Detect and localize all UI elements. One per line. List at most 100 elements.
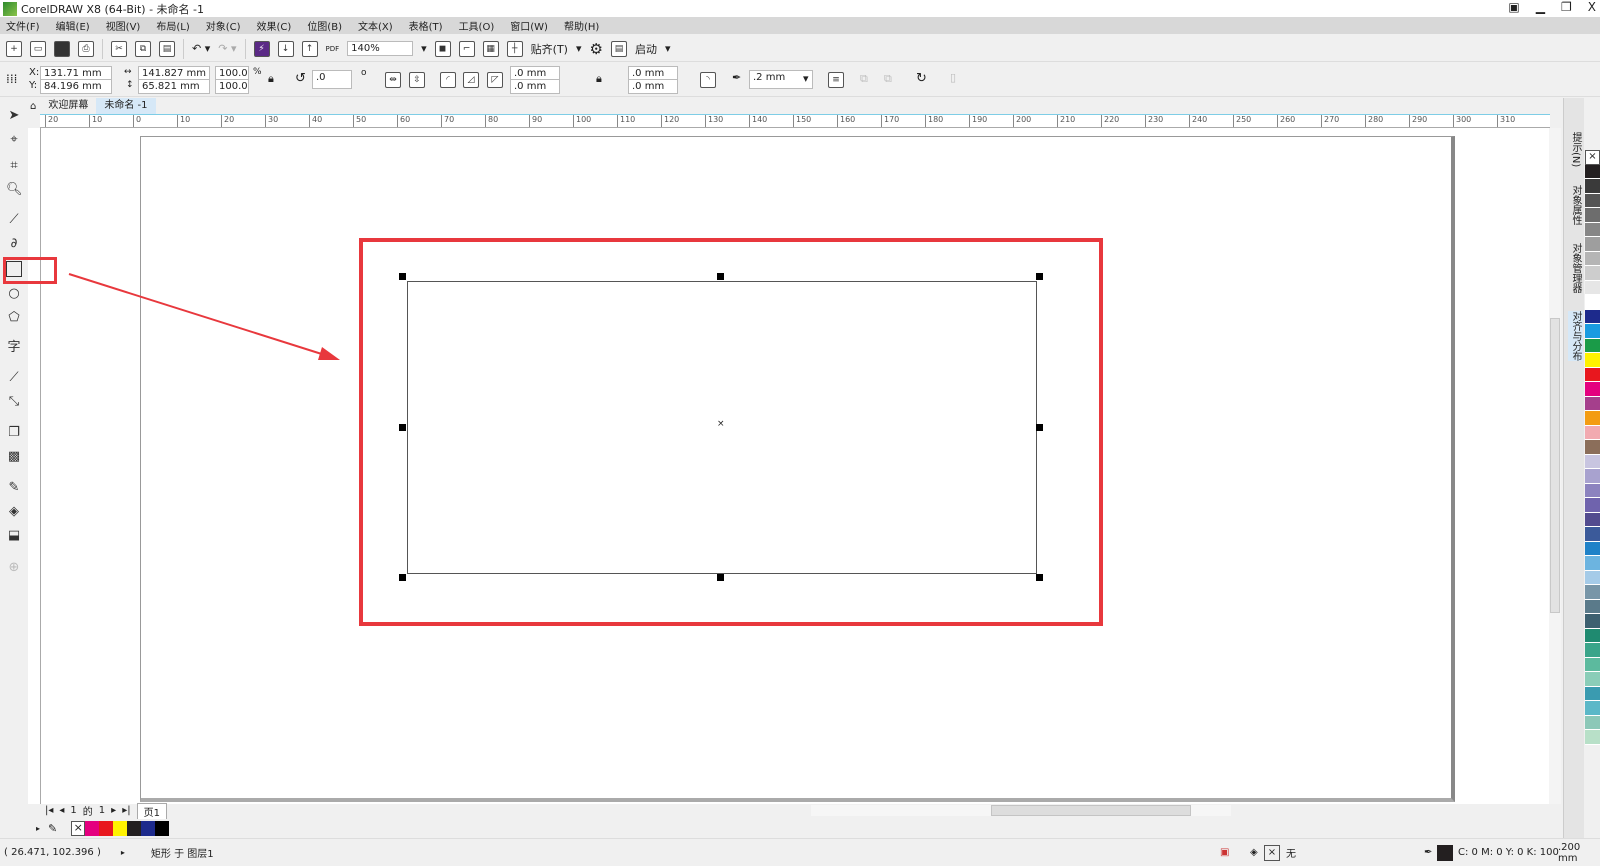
interactive-fill-icon[interactable]: ◈ <box>6 504 22 520</box>
color-swatch[interactable] <box>1585 382 1600 397</box>
application-launcher-icon[interactable]: ▤ <box>610 40 627 57</box>
color-swatch[interactable] <box>1585 193 1600 208</box>
color-swatch[interactable] <box>1585 483 1600 498</box>
color-swatch[interactable] <box>1585 179 1600 194</box>
save-icon[interactable] <box>54 40 70 57</box>
chevron-down-icon[interactable]: ▾ <box>421 42 427 55</box>
menu-help[interactable]: 帮助(H) <box>564 18 599 33</box>
color-swatch[interactable] <box>1585 280 1600 295</box>
open-icon[interactable]: ▭ <box>30 40 46 57</box>
first-page-icon[interactable]: |◂ <box>45 805 53 816</box>
chamfered-corner-icon[interactable]: ◸ <box>487 72 503 88</box>
color-swatch[interactable] <box>1585 527 1600 542</box>
scroll-thumb[interactable] <box>991 805 1191 816</box>
color-swatch[interactable] <box>1585 251 1600 266</box>
show-grid-icon[interactable]: ▦ <box>482 40 499 57</box>
menu-layout[interactable]: 布局(L) <box>156 18 189 33</box>
menu-object[interactable]: 对象(C) <box>206 18 241 33</box>
convert-to-curves-icon[interactable]: ↻ <box>916 71 927 86</box>
color-swatch[interactable] <box>1585 657 1600 672</box>
home-icon[interactable]: ⌂ <box>30 101 36 112</box>
document-color-swatch[interactable] <box>127 820 142 836</box>
document-color-swatch[interactable] <box>113 820 128 836</box>
color-swatch[interactable] <box>1585 324 1600 339</box>
expand-icon[interactable]: ▸ <box>121 848 125 857</box>
color-swatch[interactable] <box>1585 672 1600 687</box>
color-swatch[interactable] <box>1585 628 1600 643</box>
height-input[interactable]: 65.821 mm <box>138 79 210 94</box>
color-swatch[interactable] <box>1585 512 1600 527</box>
color-swatch[interactable] <box>1585 643 1600 658</box>
color-swatch[interactable] <box>1585 701 1600 716</box>
smart-fill-icon[interactable]: ⬓ <box>6 528 22 544</box>
eyedropper-icon[interactable]: ✎ <box>48 822 57 835</box>
docker-tab-object-manager[interactable]: 对象管理器 <box>1568 243 1583 293</box>
connector-tool-icon[interactable]: ⤡ <box>6 394 22 410</box>
transparency-icon[interactable]: ▩ <box>6 449 22 465</box>
color-swatch[interactable] <box>1585 396 1600 411</box>
docker-tab-hints[interactable]: 提示(N) <box>1568 132 1583 167</box>
show-rulers-icon[interactable]: ⌐ <box>458 40 475 57</box>
color-swatch[interactable] <box>1585 237 1600 252</box>
drawing-canvas[interactable]: × <box>41 128 1549 804</box>
menu-table[interactable]: 表格(T) <box>409 18 443 33</box>
menu-file[interactable]: 文件(F) <box>6 18 40 33</box>
docker-tab-align-distribute[interactable]: 对齐与分布 <box>1568 311 1583 362</box>
eyedropper-icon[interactable]: ✎ <box>6 480 22 496</box>
mirror-horizontal-icon[interactable]: ⇹ <box>385 72 401 88</box>
artistic-media-icon[interactable]: ∂ <box>6 236 22 252</box>
color-swatch[interactable] <box>1585 556 1600 571</box>
tab-untitled-1[interactable]: 未命名 -1 <box>96 98 156 114</box>
color-swatch[interactable] <box>1585 295 1600 310</box>
color-proofing-icon[interactable]: ▣ <box>1220 847 1229 858</box>
page-tab[interactable]: 页1 <box>136 802 167 819</box>
crop-tool-icon[interactable]: ⌗ <box>6 158 22 174</box>
scroll-thumb[interactable] <box>1550 318 1560 613</box>
color-swatch[interactable] <box>1585 730 1600 745</box>
color-swatch[interactable] <box>1585 686 1600 701</box>
color-swatch[interactable] <box>1585 454 1600 469</box>
pick-tool-icon[interactable]: ➤ <box>6 108 22 124</box>
snap-to-dropdown[interactable]: 贴齐(T) <box>531 41 568 57</box>
color-swatch[interactable] <box>1585 585 1600 600</box>
next-page-icon[interactable]: ▸ <box>111 805 116 816</box>
cut-icon[interactable]: ✂ <box>111 40 127 57</box>
restore-button[interactable]: ❐ <box>1561 0 1572 14</box>
palette-flyout-icon[interactable]: ▸ <box>36 824 40 833</box>
launch-dropdown[interactable]: 启动 <box>635 41 657 57</box>
menu-text[interactable]: 文本(X) <box>358 18 393 33</box>
minimize-button[interactable]: ▁ <box>1536 0 1545 14</box>
color-swatch[interactable] <box>1585 367 1600 382</box>
color-swatch[interactable] <box>1585 440 1600 455</box>
last-page-icon[interactable]: ▸| <box>122 805 130 816</box>
color-swatch[interactable] <box>1585 715 1600 730</box>
paste-icon[interactable]: ▤ <box>159 40 175 57</box>
color-swatch[interactable] <box>1585 498 1600 513</box>
docker-tab-object-properties[interactable]: 对象属性 <box>1568 185 1583 225</box>
text-tool-icon[interactable]: 字 <box>6 340 22 356</box>
color-swatch[interactable] <box>1585 411 1600 426</box>
document-color-swatch[interactable] <box>155 820 170 836</box>
horizontal-ruler[interactable]: 20 10 0 10 20 30 40 50 60 70 80 90 100 110 120 130 140 15… <box>40 114 1550 128</box>
relative-corner-scaling-icon[interactable]: ◝ <box>700 72 716 88</box>
rotation-input[interactable]: .0 <box>312 70 352 89</box>
scale-height-input[interactable]: 100.0 <box>215 79 249 94</box>
lock-ratio-icon[interactable]: 🔒︎ <box>268 72 274 86</box>
color-swatch[interactable] <box>1585 266 1600 281</box>
color-swatch[interactable] <box>1585 353 1600 368</box>
horizontal-scrollbar[interactable] <box>811 805 1231 816</box>
text-wrap-icon[interactable]: ≡ <box>828 72 844 88</box>
mirror-vertical-icon[interactable]: ⇳ <box>409 72 425 88</box>
freehand-tool-icon[interactable]: ⟋ <box>6 212 22 228</box>
round-corner-icon[interactable]: ◜ <box>440 72 456 88</box>
corner-radius-bottom-right[interactable]: .0 mm <box>628 79 678 94</box>
options-gear-icon[interactable]: ⚙ <box>590 40 603 58</box>
menu-edit[interactable]: 编辑(E) <box>56 18 90 33</box>
ellipse-tool-icon[interactable]: ○ <box>6 286 22 302</box>
chevron-down-icon[interactable]: ▾ <box>665 42 671 55</box>
close-button[interactable]: X <box>1588 0 1596 14</box>
shape-tool-icon[interactable]: ⌖ <box>6 132 22 148</box>
color-swatch[interactable] <box>1585 469 1600 484</box>
copy-icon[interactable]: ⧉ <box>135 40 151 57</box>
vertical-ruler[interactable] <box>28 128 41 804</box>
